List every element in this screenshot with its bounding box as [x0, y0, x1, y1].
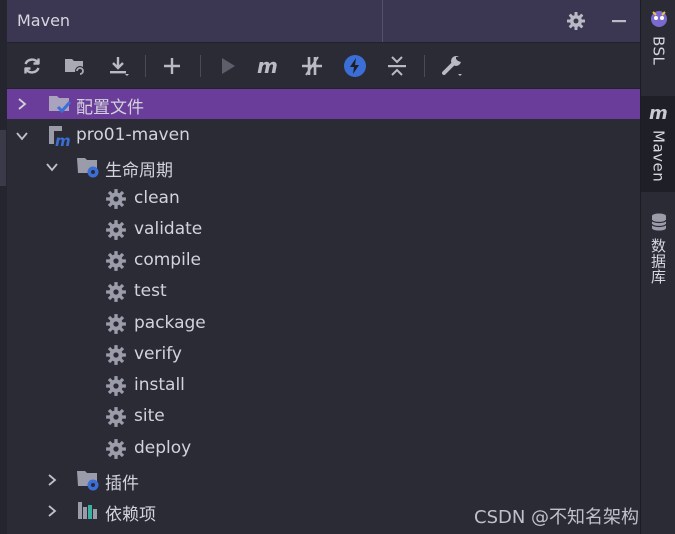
gear-icon	[104, 312, 128, 336]
toggle-offline-button[interactable]	[298, 52, 326, 80]
gear-icon	[104, 249, 128, 273]
profiles-folder-icon	[47, 92, 71, 116]
left-edge-marker	[0, 130, 6, 186]
minimize-icon	[612, 20, 626, 23]
minimize-button[interactable]	[608, 10, 630, 32]
execute-goal-button[interactable]: m	[255, 52, 283, 80]
lifecycle-goal-install[interactable]: install	[7, 371, 640, 401]
lifecycle-goal-validate[interactable]: validate	[7, 215, 640, 245]
goal-label: package	[134, 313, 206, 333]
right-tool-strip: BSL m Maven 数据库	[640, 0, 675, 534]
goal-label: verify	[134, 344, 182, 364]
lightning-icon	[344, 55, 366, 77]
add-button[interactable]	[158, 52, 186, 80]
lifecycle-folder-icon	[76, 155, 100, 179]
gear-icon	[104, 187, 128, 211]
gear-icon	[104, 218, 128, 242]
goal-label: site	[134, 406, 165, 426]
skip-tests-button[interactable]	[341, 52, 369, 80]
right-tab-database[interactable]: 数据库	[641, 208, 675, 298]
header-title-tab[interactable]: Maven	[7, 0, 383, 42]
toggle-offline-icon	[302, 56, 322, 76]
generate-sources-icon	[65, 59, 85, 76]
download-button[interactable]	[104, 52, 132, 80]
tree-item-plugins[interactable]: 插件	[7, 465, 640, 495]
collapse-all-icon	[388, 56, 406, 76]
lifecycle-goal-compile[interactable]: compile	[7, 246, 640, 276]
toolbar-separator	[145, 55, 146, 77]
database-icon	[650, 213, 667, 231]
add-icon	[164, 58, 180, 74]
run-icon	[222, 58, 235, 74]
tree-item-label: 插件	[105, 474, 139, 494]
right-tab-label: 数据库	[649, 238, 667, 285]
tree-item-lifecycle[interactable]: 生命周期	[7, 152, 640, 182]
gear-icon	[104, 437, 128, 461]
gear-icon	[104, 280, 128, 304]
chevron-right-icon[interactable]	[45, 473, 59, 487]
svg-text:m: m	[55, 132, 71, 148]
chevron-down-icon[interactable]	[15, 129, 29, 143]
tool-window-title: Maven	[17, 11, 71, 30]
goal-label: test	[134, 281, 167, 301]
maven-toolbar: m	[7, 43, 640, 89]
toolbar-separator	[200, 55, 201, 77]
maven-project-tree: 配置文件 m pro01-maven 生命周期 clean validate c…	[7, 89, 640, 534]
lifecycle-goal-site[interactable]: site	[7, 402, 640, 432]
right-tab-maven[interactable]: m Maven	[641, 96, 675, 192]
right-tab-label: Maven	[649, 130, 668, 183]
tree-item-config[interactable]: 配置文件	[7, 89, 640, 119]
tree-item-label: 配置文件	[76, 98, 144, 118]
maven-m-icon: m	[649, 103, 668, 124]
reload-icon	[24, 58, 40, 74]
svg-text:m: m	[257, 56, 278, 76]
watermark: CSDN @不知名架构师	[474, 507, 658, 528]
gear-icon	[104, 374, 128, 398]
tree-item-label: pro01-maven	[76, 125, 190, 145]
lifecycle-goal-deploy[interactable]: deploy	[7, 434, 640, 464]
svg-text:m: m	[649, 103, 668, 124]
maven-project-icon: m	[47, 124, 71, 148]
plugins-folder-icon	[76, 468, 100, 492]
goal-label: validate	[134, 219, 203, 239]
run-button[interactable]	[214, 52, 242, 80]
chevron-right-icon[interactable]	[45, 504, 59, 518]
tool-window-header: Maven	[7, 0, 640, 43]
generate-sources-button[interactable]	[61, 52, 89, 80]
maven-tool-window: Maven m 配置文件 m pro01-maven 生命周期 clean va…	[7, 0, 657, 534]
lifecycle-goal-package[interactable]: package	[7, 309, 640, 339]
goal-label: clean	[134, 188, 180, 208]
tree-item-label: 依赖项	[105, 505, 156, 525]
gear-icon	[567, 12, 585, 30]
settings-button[interactable]	[565, 10, 587, 32]
tree-item-label: 生命周期	[105, 161, 173, 181]
reload-button[interactable]	[18, 52, 46, 80]
goal-label: install	[134, 375, 185, 395]
chevron-right-icon[interactable]	[15, 97, 29, 111]
goal-label: compile	[134, 250, 202, 270]
maven-settings-button[interactable]	[439, 52, 467, 80]
right-tab-label: BSL	[649, 36, 668, 66]
lifecycle-goal-verify[interactable]: verify	[7, 340, 640, 370]
bsl-icon	[650, 11, 667, 27]
download-icon	[110, 57, 129, 76]
chevron-down-icon[interactable]	[45, 160, 59, 174]
wrench-icon	[442, 56, 462, 76]
goal-label: deploy	[134, 438, 192, 458]
collapse-all-button[interactable]	[383, 52, 411, 80]
gear-icon	[104, 343, 128, 367]
right-tab-bsl[interactable]: BSL	[641, 8, 675, 88]
gear-icon	[104, 405, 128, 429]
toolbar-separator	[424, 55, 425, 77]
lifecycle-goal-clean[interactable]: clean	[7, 184, 640, 214]
dependencies-icon	[76, 499, 100, 523]
tree-item-project[interactable]: m pro01-maven	[7, 121, 640, 151]
maven-m-icon: m	[257, 56, 278, 76]
lifecycle-goal-test[interactable]: test	[7, 277, 640, 307]
